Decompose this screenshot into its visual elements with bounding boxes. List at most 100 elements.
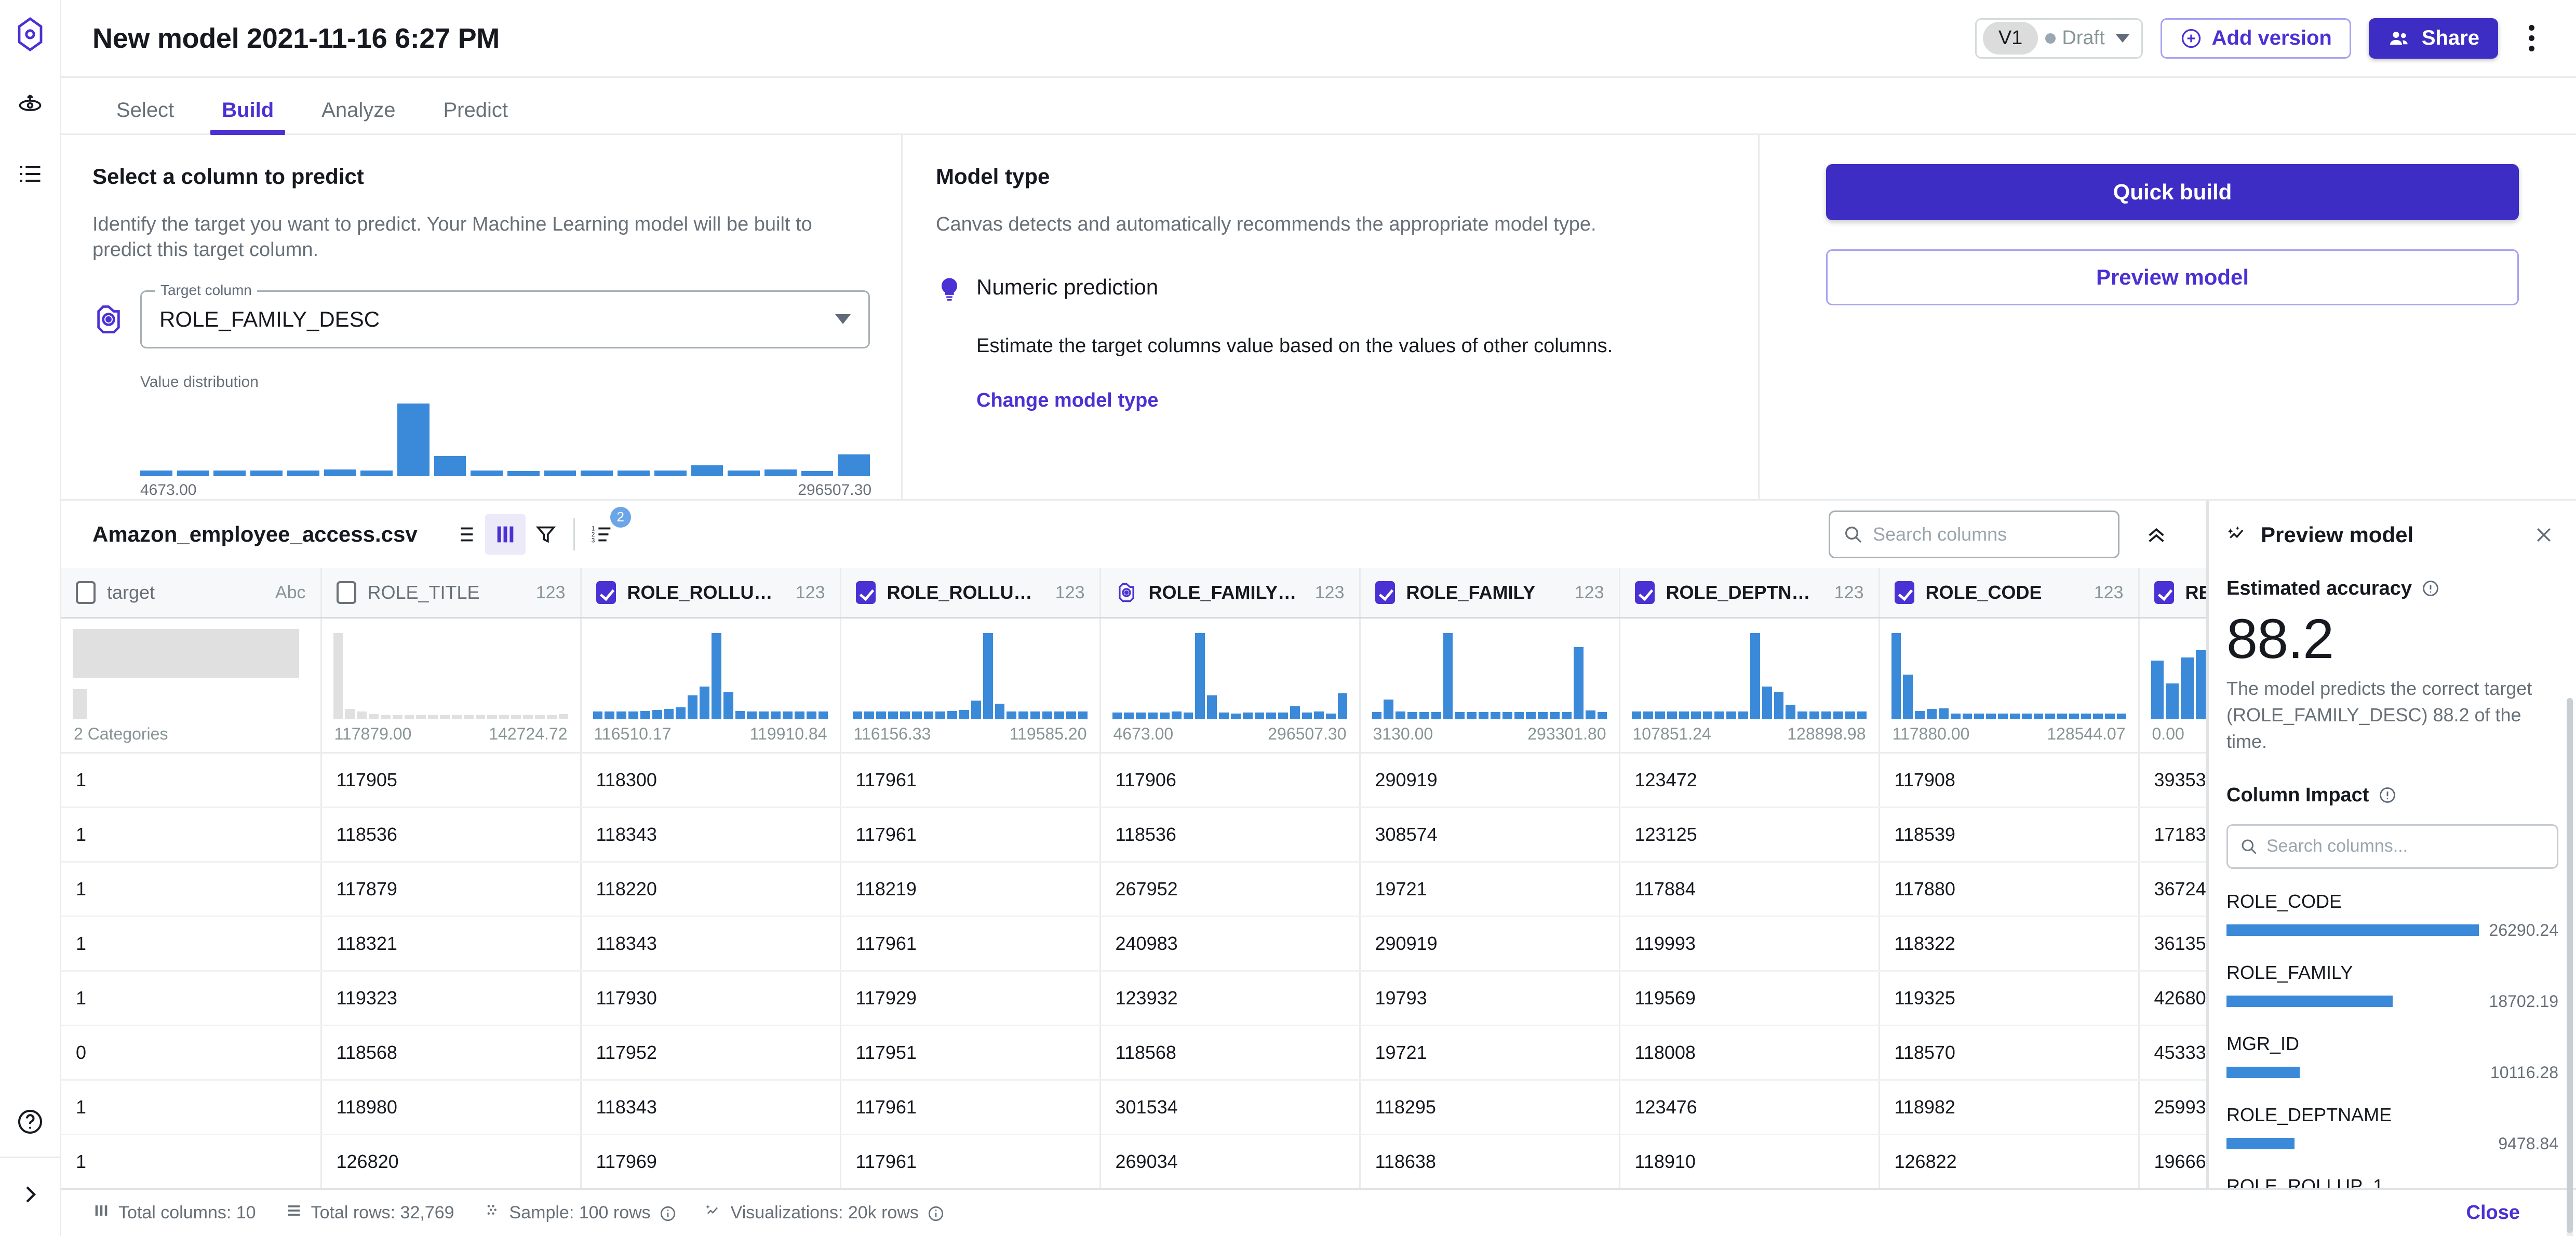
column-impact-search-input[interactable] (2266, 836, 2545, 856)
table-cell: 1 (61, 1080, 322, 1136)
table-cell: 117929 (840, 971, 1101, 1027)
histogram-bar (605, 711, 615, 720)
quick-build-button[interactable]: Quick build (1826, 164, 2519, 220)
table-row[interactable]: 1 117879 118220 118219 267952 19721 117884 1178… (61, 862, 2206, 918)
histogram-bar (1891, 633, 1901, 720)
datasets-icon[interactable] (14, 158, 46, 190)
tab-select[interactable]: Select (92, 99, 198, 133)
sample-icon (484, 1202, 501, 1224)
column-impact-value: 26290.24 (2489, 920, 2558, 939)
help-icon[interactable] (15, 1106, 46, 1137)
change-model-type-link[interactable]: Change model type (976, 389, 1727, 412)
status-bar-item: Sample: 100 rows (484, 1202, 676, 1224)
histogram-max-label: 119585.20 (1009, 724, 1087, 744)
table-column-header[interactable]: RESOURCE (2139, 568, 2206, 619)
tab-build[interactable]: Build (198, 99, 298, 135)
histogram-bar (1467, 712, 1477, 720)
sort-icon[interactable]: 1 2 3 2 (582, 506, 631, 555)
close-button[interactable]: Close (2466, 1202, 2547, 1224)
histogram-bar (688, 695, 698, 720)
info-icon[interactable] (2421, 579, 2440, 598)
table-row[interactable]: 0 118568 117952 117951 118568 19721 118008 1185… (61, 1025, 2206, 1081)
add-version-button[interactable]: Add version (2160, 18, 2351, 59)
grid-view-icon[interactable] (485, 514, 526, 555)
histogram-bar (983, 633, 993, 720)
column-impact-search-box[interactable] (2226, 824, 2558, 869)
canvas-logo[interactable] (11, 16, 49, 53)
target-column-select[interactable]: Target column ROLE_FAMILY_DESC (140, 281, 870, 348)
table-column-header[interactable]: ROLE_CODE 123 (1879, 568, 2140, 619)
histogram-bar (947, 710, 958, 720)
column-checkbox[interactable] (336, 581, 356, 604)
model-type-name: Numeric prediction (976, 275, 1159, 300)
column-impact-list: ROLE_CODE 26290.24 ROLE_FAMILY 18702.19 MGR_… (2226, 891, 2558, 1188)
histogram-bar (900, 711, 910, 720)
table-cell: 1 (61, 1134, 322, 1188)
table-cell: 25993 (2139, 1080, 2206, 1136)
histogram-bar (806, 711, 816, 720)
column-checkbox[interactable] (855, 581, 876, 604)
search-columns-box[interactable] (1829, 510, 2119, 558)
histogram-axis: 3130.00 293301.80 (1372, 719, 1607, 752)
select-column-panel: Select a column to predict Identify the … (61, 135, 903, 499)
table-column-header[interactable]: ROLE_FAMILY 123 (1360, 568, 1620, 619)
tab-analyze[interactable]: Analyze (298, 99, 419, 133)
more-options-icon[interactable] (2516, 18, 2547, 59)
table-row[interactable]: 1 126820 117969 117961 269034 118638 118910 126… (61, 1134, 2206, 1188)
histogram-axis: 116510.17 119910.84 (593, 719, 828, 752)
table-column-header[interactable]: ROLE_ROLLUP_2 123 (581, 568, 841, 619)
panel-scrollbar-thumb[interactable] (2567, 697, 2573, 1233)
info-icon[interactable] (927, 1205, 944, 1221)
table-scroll-region[interactable]: target Abc ROLE_TITLE 123 ROLE_ROLLUP_2 123 RO… (61, 568, 2206, 1188)
panel-scrollbar[interactable] (2567, 697, 2573, 1236)
histogram-bar (1325, 713, 1336, 720)
table-column-header[interactable]: ROLE_DEPTNAME 123 (1619, 568, 1880, 619)
histogram-bar (2033, 713, 2044, 720)
preview-model-button[interactable]: Preview model (1826, 249, 2519, 305)
column-checkbox[interactable] (1375, 581, 1395, 604)
table-row[interactable]: 1 117905 118300 117961 117906 290919 123472 117… (61, 753, 2206, 809)
table-cell: 0 (61, 1025, 322, 1081)
table-row[interactable]: 1 118536 118343 117961 118536 308574 123125 118… (61, 807, 2206, 863)
table-row[interactable]: 1 118321 118343 117961 240983 290919 119993 118… (61, 916, 2206, 972)
column-checkbox[interactable] (76, 581, 96, 604)
histogram-bar (523, 715, 533, 720)
chevron-right-icon[interactable] (15, 1179, 46, 1210)
search-columns-input[interactable] (1873, 523, 2105, 545)
histogram-bar (1183, 713, 1193, 720)
status-bar-text: Sample: 100 rows (509, 1203, 651, 1222)
table-cell: 19666 (2139, 1134, 2206, 1188)
table-column-header[interactable]: ROLE_FAMILY_DE… 123 (1100, 568, 1361, 619)
column-checkbox[interactable] (596, 581, 616, 604)
close-icon[interactable] (2530, 521, 2557, 548)
histogram-bar (1585, 710, 1595, 720)
column-checkbox[interactable] (2154, 581, 2174, 604)
info-icon[interactable] (2378, 786, 2397, 804)
table-column-header[interactable]: target Abc (61, 568, 322, 619)
models-icon[interactable] (14, 89, 46, 122)
info-icon[interactable] (659, 1205, 676, 1221)
histogram-bar (487, 715, 498, 720)
histogram-bar (1207, 695, 1217, 720)
column-name: ROLE_ROLLUP_2 (627, 582, 784, 603)
histogram-bar (546, 715, 557, 720)
version-selector[interactable]: V1 Draft (1975, 18, 2143, 59)
table-row[interactable]: 1 119323 117930 117929 123932 19793 119569 1193… (61, 971, 2206, 1027)
histogram-bar (475, 715, 486, 720)
histogram-bar (1124, 713, 1134, 720)
distribution-bar (507, 471, 540, 476)
histogram-bar (1136, 713, 1146, 720)
tab-predict[interactable]: Predict (419, 99, 532, 133)
table-column-header[interactable]: ROLE_ROLLUP_1 123 (840, 568, 1101, 619)
table-cell: 117884 (1619, 862, 1880, 918)
table-column-header[interactable]: ROLE_TITLE 123 (321, 568, 582, 619)
column-checkbox[interactable] (1634, 581, 1655, 604)
histogram-bar (911, 711, 922, 720)
table-row[interactable]: 1 118980 118343 117961 301534 118295 123476 118… (61, 1080, 2206, 1136)
top-bar-actions: V1 Draft Add version Share (1975, 18, 2547, 59)
list-view-icon[interactable] (445, 514, 485, 555)
column-checkbox[interactable] (1894, 581, 1914, 604)
filter-icon[interactable] (526, 514, 566, 555)
share-button[interactable]: Share (2368, 18, 2498, 59)
collapse-rows-icon[interactable] (2138, 516, 2175, 553)
